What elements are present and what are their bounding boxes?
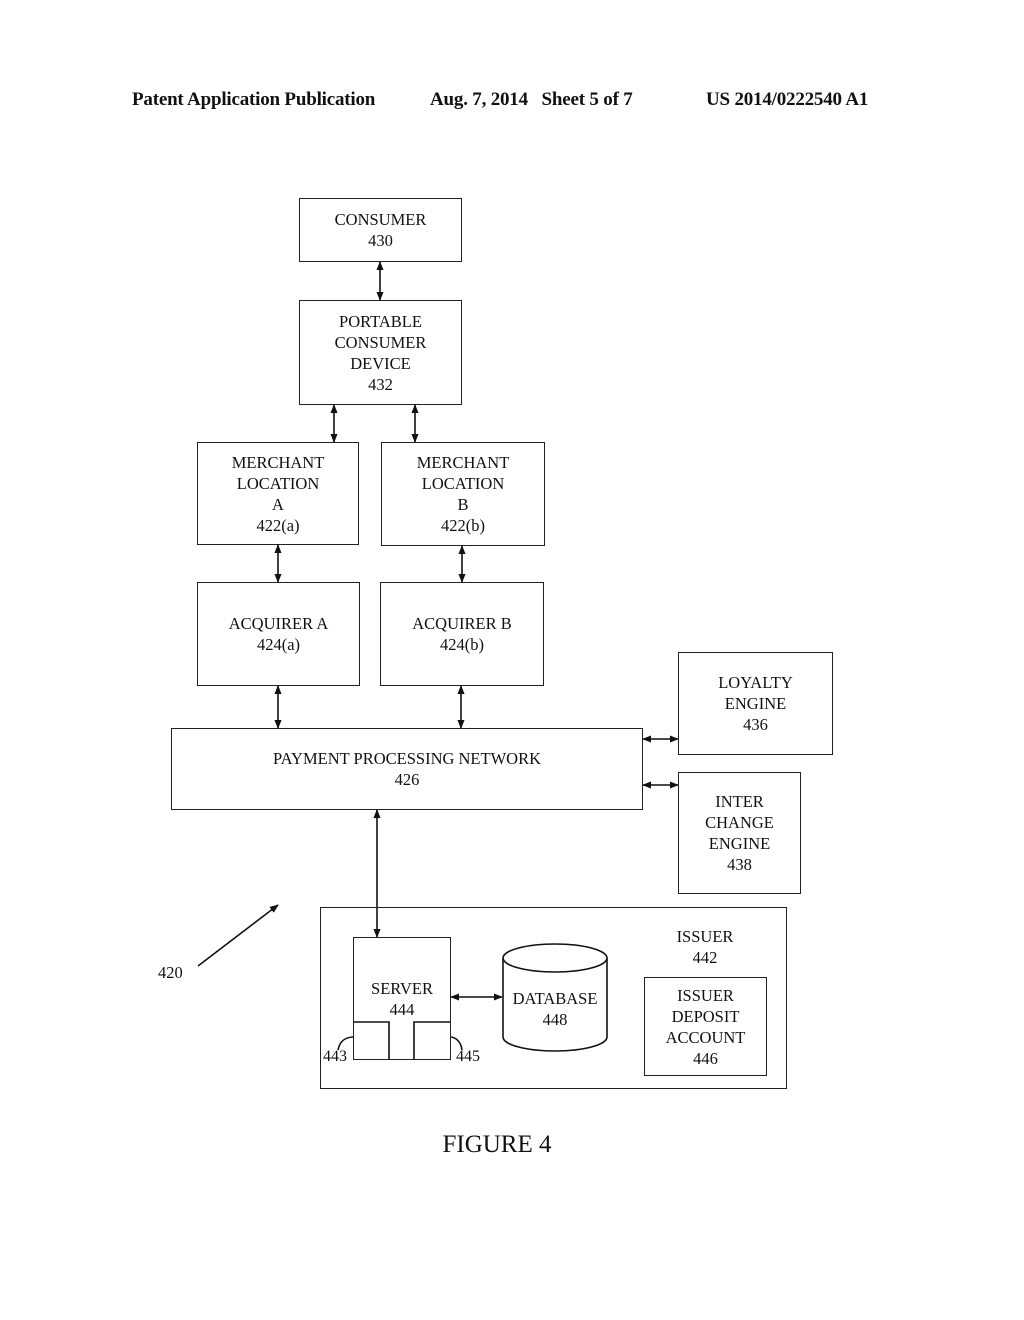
- merchant-a-line3: A: [272, 494, 284, 514]
- server-name: SERVER: [371, 979, 433, 998]
- payment-network-ref: 426: [394, 770, 420, 789]
- acquirer-a-box: ACQUIRER A 424(a): [197, 582, 360, 686]
- merchant-b-line3: B: [457, 495, 469, 514]
- loyalty-engine-box: LOYALTY ENGINE 436: [678, 652, 833, 755]
- interchange-line1: INTER: [715, 792, 764, 811]
- loyalty-line2: ENGINE: [724, 694, 787, 713]
- deposit-ref: 446: [693, 1048, 718, 1068]
- server-box: SERVER 444: [353, 937, 451, 1060]
- device-line2: CONSUMER: [334, 332, 427, 352]
- consumer-box: CONSUMER 430: [299, 198, 462, 262]
- interchange-ref: 438: [727, 855, 752, 874]
- merchant-a-line1: MERCHANT: [231, 452, 325, 472]
- merchant-b-ref: 422(b): [441, 516, 485, 535]
- acquirer-b-name: ACQUIRER B: [412, 614, 512, 633]
- server-ref: 444: [389, 1000, 415, 1019]
- acquirer-b-ref: 424(b): [440, 635, 484, 654]
- deposit-line2: DEPOSIT: [671, 1006, 740, 1026]
- merchant-b-line1: MERCHANT: [416, 453, 510, 472]
- issuer-ref: 442: [692, 948, 718, 967]
- deposit-account-box: ISSUER DEPOSIT ACCOUNT 446: [644, 977, 767, 1076]
- payment-network-name: PAYMENT PROCESSING NETWORK: [272, 749, 542, 768]
- deposit-line3: ACCOUNT: [665, 1027, 746, 1047]
- server-sub-ref-left: 443: [323, 1048, 347, 1065]
- server-sub-ref-right: 445: [456, 1048, 480, 1065]
- merchant-b-line2: LOCATION: [421, 474, 505, 493]
- device-line1: PORTABLE: [339, 311, 422, 331]
- figure-caption: FIGURE 4: [442, 1131, 552, 1158]
- interchange-line3: ENGINE: [708, 834, 771, 853]
- payment-network-box: PAYMENT PROCESSING NETWORK 426: [171, 728, 643, 810]
- arrow-system-420: [197, 904, 279, 967]
- loyalty-line1: LOYALTY: [718, 673, 793, 692]
- acquirer-a-ref: 424(a): [256, 635, 301, 654]
- merchant-b-box: MERCHANT LOCATION B 422(b): [381, 442, 545, 546]
- loyalty-ref: 436: [743, 715, 768, 734]
- device-line3: DEVICE: [350, 353, 411, 373]
- merchant-a-ref: 422(a): [256, 515, 300, 535]
- consumer-name: CONSUMER: [334, 210, 427, 229]
- issuer-label: ISSUER 442: [664, 926, 746, 968]
- interchange-engine-box: INTER CHANGE ENGINE 438: [678, 772, 801, 894]
- database-name: DATABASE: [512, 989, 598, 1008]
- database-label: DATABASE 448: [503, 988, 607, 1030]
- portable-device-box: PORTABLE CONSUMER DEVICE 432: [299, 300, 462, 405]
- issuer-name: ISSUER: [676, 927, 734, 946]
- database-ref: 448: [542, 1010, 568, 1029]
- deposit-line1: ISSUER: [677, 985, 734, 1005]
- merchant-a-line2: LOCATION: [236, 473, 320, 493]
- consumer-ref: 430: [368, 231, 393, 250]
- interchange-line2: CHANGE: [705, 813, 774, 832]
- merchant-a-box: MERCHANT LOCATION A 422(a): [197, 442, 359, 545]
- acquirer-a-name: ACQUIRER A: [228, 614, 329, 633]
- system-ref-label: 420: [158, 963, 183, 982]
- device-ref: 432: [368, 374, 393, 394]
- acquirer-b-box: ACQUIRER B 424(b): [380, 582, 544, 686]
